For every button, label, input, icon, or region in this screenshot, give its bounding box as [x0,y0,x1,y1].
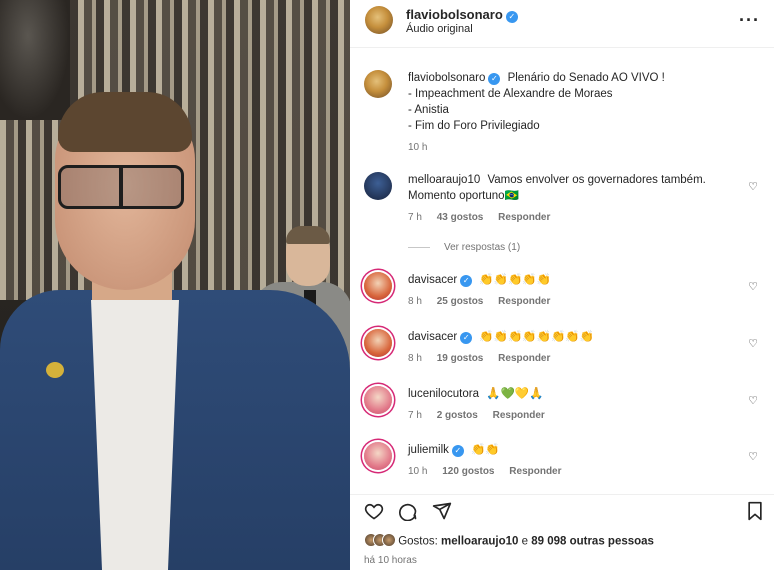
replies-divider [408,246,430,248]
glasses [58,165,184,209]
comment-icon[interactable] [398,501,418,526]
comment-likes[interactable]: 19 gostos [437,353,484,364]
verified-icon: ✓ [505,11,518,23]
comment-username[interactable]: juliemilk ✓ [408,444,464,457]
more-options-icon[interactable]: ··· [739,10,760,31]
caption-time: 10 h [408,142,428,153]
post-header: flaviobolsonaro ✓ Áudio original ··· [350,0,774,48]
like-comment-icon[interactable]: ♡ [748,180,758,193]
comment-avatar[interactable] [364,272,392,300]
verified-icon: ✓ [460,332,473,344]
author-username-text[interactable]: flaviobolsonaro [406,7,503,22]
post-media[interactable] [0,0,350,570]
comment-text: 👏👏👏👏👏👏👏👏 [479,331,594,343]
comment-avatar[interactable] [364,442,392,470]
comment-avatar[interactable] [364,172,392,200]
comment-likes[interactable]: 43 gostos [437,212,484,223]
like-comment-icon[interactable]: ♡ [748,280,758,293]
share-icon[interactable] [432,501,452,526]
comment-username[interactable]: melloaraujo10 [408,174,480,186]
caption-line: - Fim do Foro Privilegiado [408,120,540,132]
comment-text: 👏👏👏👏👏 [479,274,552,286]
likes-summary[interactable]: Gostos: melloaraujo10 e 89 098 outras pe… [364,533,654,550]
post-time: há 10 horas [364,555,417,566]
post-panel: flaviobolsonaro ✓ Áudio original ··· flav… [350,0,774,570]
like-comment-icon[interactable]: ♡ [748,394,758,407]
caption-line: - Impeachment de Alexandre de Moraes [408,88,613,100]
comment-likes[interactable]: 25 gostos [437,296,484,307]
liker-avatars [364,533,396,550]
lapel-pin [46,362,64,378]
likes-others[interactable]: 89 098 outras pessoas [531,536,654,548]
comment-username[interactable]: davisacer ✓ [408,331,473,344]
comment-text: Vamos envolver os governadores também. [487,174,706,186]
author-avatar[interactable] [365,6,393,34]
audio-label[interactable]: Áudio original [406,23,473,35]
likes-connector: e [521,535,528,548]
caption-line: - Anistia [408,104,449,116]
comment-username[interactable]: davisacer ✓ [408,274,473,287]
view-replies-label[interactable]: Ver respostas (1) [444,242,520,253]
post-actions [350,494,774,526]
verified-icon: ✓ [451,445,464,457]
comment-text: 🙏💚💛🙏 [486,388,544,400]
comment-avatar[interactable] [364,386,392,414]
like-comment-icon[interactable]: ♡ [748,450,758,463]
reply-button[interactable]: Responder [509,466,561,477]
verified-icon: ✓ [460,275,473,287]
view-replies-button[interactable]: Ver respostas (1) [408,242,520,253]
reply-button[interactable]: Responder [498,353,550,364]
reply-button[interactable]: Responder [498,212,550,223]
comment-time: 10 h [408,466,428,477]
comment-text: Momento oportuno🇧🇷 [408,190,519,202]
comment-time: 7 h [408,410,422,421]
verified-icon: ✓ [488,73,501,85]
likes-prefix: Gostos: [398,535,438,548]
comment-likes[interactable]: 2 gostos [437,410,478,421]
caption-line: Plenário do Senado AO VIVO ! [507,72,665,84]
caption-username[interactable]: flaviobolsonaro ✓ [408,72,501,85]
comment-time: 7 h [408,212,422,223]
comment-time: 8 h [408,353,422,364]
author-username[interactable]: flaviobolsonaro ✓ [406,7,518,23]
comment-time: 8 h [408,296,422,307]
reply-button[interactable]: Responder [498,296,550,307]
caption-avatar[interactable] [364,70,392,98]
background-person-hair [286,226,330,244]
comment-avatar[interactable] [364,329,392,357]
likes-user[interactable]: melloaraujo10 [441,536,518,548]
comment-username[interactable]: lucenilocutora [408,388,479,400]
reply-button[interactable]: Responder [493,410,545,421]
comment-likes[interactable]: 120 gostos [442,466,494,477]
comment-text: 👏👏 [471,444,500,456]
statue [0,0,70,120]
heart-icon[interactable] [364,501,384,526]
bookmark-icon[interactable] [746,501,764,526]
hair [58,92,192,152]
like-comment-icon[interactable]: ♡ [748,337,758,350]
